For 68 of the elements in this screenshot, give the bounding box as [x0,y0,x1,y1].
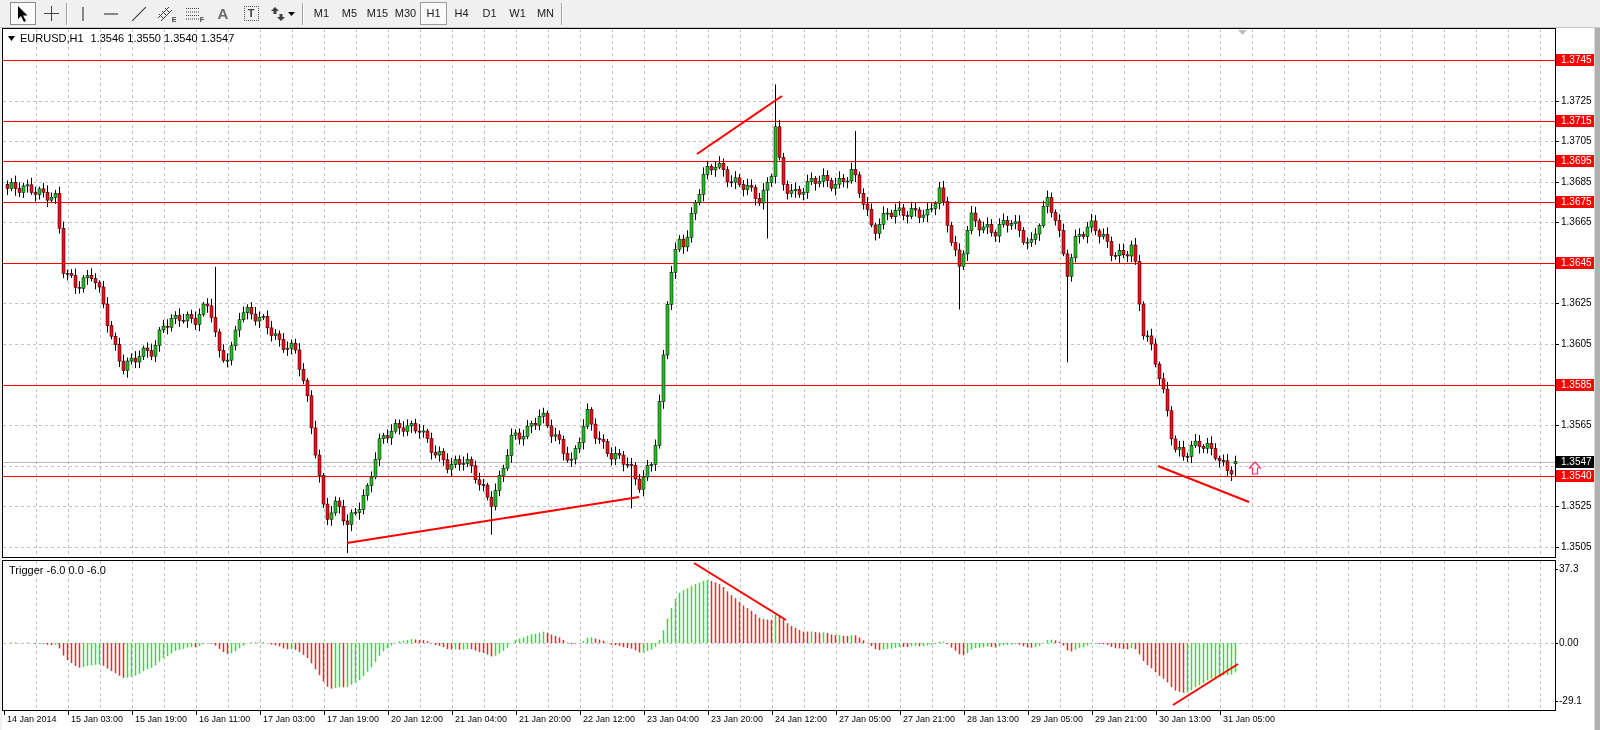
timeframe-tab[interactable]: M30 [392,2,419,25]
timeframe-tab[interactable]: H4 [448,2,475,25]
timeframe-tab[interactable]: MN [532,2,559,25]
time-axis-label: 17 Jan 03:00 [263,713,316,726]
price-axis-label: 1.3505 [1561,541,1592,553]
hatched-channel-icon [157,6,172,21]
price-axis-label: 1.3725 [1561,95,1592,107]
current-price-tag: 1.3547 [1556,456,1594,468]
price-level-tag: 1.3540 [1556,470,1594,482]
time-axis-label: 21 Jan 20:00 [519,713,572,726]
price-level-tag: 1.3715 [1556,115,1594,127]
price-axis-label: 1.3605 [1561,338,1592,350]
time-axis-label: 27 Jan 05:00 [839,713,892,726]
time-axis-label: 20 Jan 12:00 [391,713,444,726]
price-level-tag: 1.3645 [1556,257,1594,269]
timeframe-tab[interactable]: M1 [308,2,335,25]
timeframe-tab[interactable]: M15 [364,2,391,25]
indicator-axis-label: 0.00 [1559,637,1579,649]
time-axis-label: 24 Jan 12:00 [775,713,828,726]
caret-down-icon [288,11,295,16]
price-level-tag: 1.3695 [1556,155,1594,167]
up-arrow-icon [1248,461,1262,475]
timeframe-tab[interactable]: W1 [504,2,531,25]
cursor-arrow-icon [17,5,29,22]
trend-line [1172,663,1239,706]
time-axis-label: 29 Jan 21:00 [1095,713,1148,726]
arrows-icon [271,6,285,21]
time-axis-label: 23 Jan 20:00 [711,713,764,726]
time-axis-label: 15 Jan 03:00 [71,713,124,726]
time-axis-label: 15 Jan 19:00 [135,713,188,726]
timeframe-tab[interactable]: M5 [336,2,363,25]
time-axis-label: 23 Jan 04:00 [647,713,700,726]
price-level-tag: 1.3675 [1556,196,1594,208]
time-axis-label: 17 Jan 19:00 [327,713,380,726]
indicator-axis-label: 37.3 [1559,563,1579,575]
time-axis-label: 28 Jan 13:00 [967,713,1020,726]
price-axis-label: 1.3665 [1561,216,1592,228]
time-axis-label: 21 Jan 04:00 [455,713,508,726]
vertical-line-icon [82,6,84,21]
price-level-tag: 1.3585 [1556,379,1594,391]
time-axis-label: 29 Jan 05:00 [1031,713,1084,726]
text-tool-button[interactable]: A [210,2,236,25]
cursor-tool-button[interactable] [10,2,36,25]
price-level-tag: 1.3745 [1556,54,1594,66]
time-axis-label: 30 Jan 13:00 [1159,713,1212,726]
chart-quote-values: 1.3546 1.3550 1.3540 1.3547 [90,32,235,45]
price-axis-label: 1.3565 [1561,419,1592,431]
diagonal-line-icon [132,6,146,21]
crosshair-icon [43,6,59,21]
dotted-lines-icon [185,7,200,20]
timeframe-tab[interactable]: D1 [476,2,503,25]
text-label-tool-button[interactable]: T [238,2,264,25]
price-axis-label: 1.3685 [1561,176,1592,188]
time-axis-label: 16 Jan 11:00 [199,713,251,726]
indicator-axis-label: -29.1 [1559,695,1582,707]
timeframe-tab[interactable]: H1 [420,2,447,25]
time-axis-label: 27 Jan 21:00 [903,713,956,726]
price-axis-label: 1.3625 [1561,297,1592,309]
time-axis-label: 31 Jan 05:00 [1223,713,1276,726]
price-axis-label: 1.3705 [1561,135,1592,147]
chart-symbol-title: EURUSD,H1 [20,32,84,45]
price-axis-label: 1.3525 [1561,500,1592,512]
dropdown-triangle-icon [8,36,15,41]
time-axis-label: 22 Jan 12:00 [583,713,636,726]
horizontal-line-icon [104,12,118,15]
shift-marker-icon [1238,30,1247,35]
time-axis-label: 14 Jan 2014 [7,713,57,726]
indicator-title: Trigger -6.0 0.0 -6.0 [9,564,106,577]
